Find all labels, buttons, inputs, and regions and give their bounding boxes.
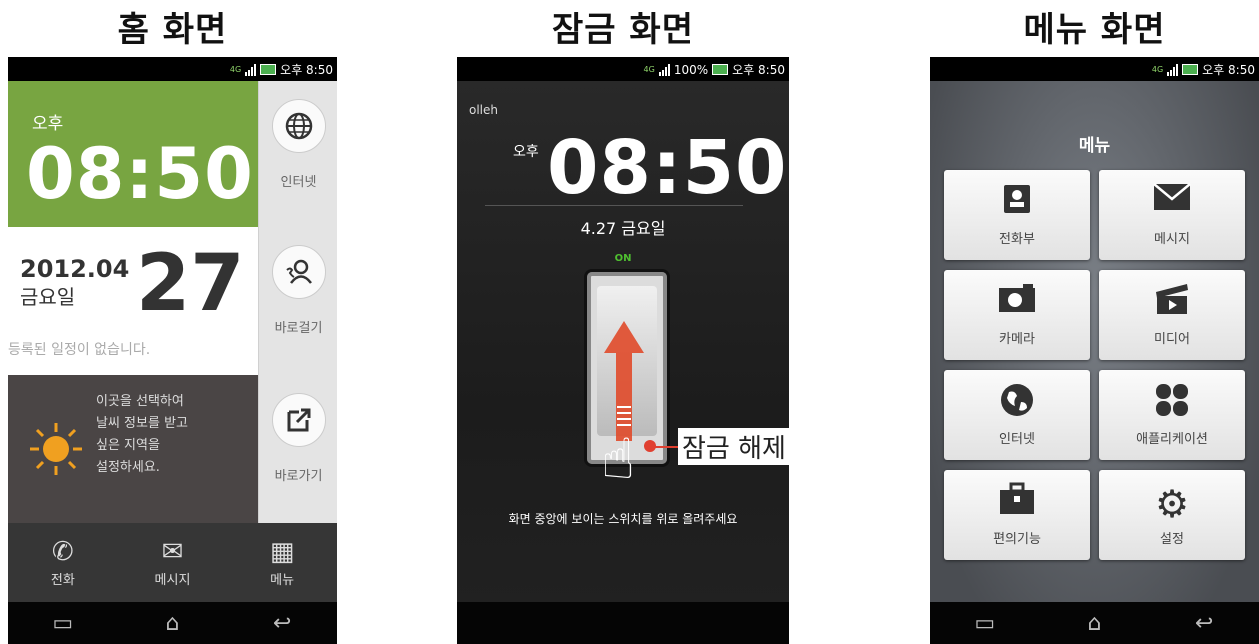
no-schedule-text: 등록된 일정이 없습니다. — [8, 342, 151, 358]
internet-shortcut[interactable]: 인터넷 — [258, 81, 337, 227]
lock-ampm: 오후 — [513, 144, 539, 160]
menu-screen: 4G 오후 8:50 메뉴 전화부 메시지 카메라 미디어 인터넷 애플리케이션… — [930, 57, 1259, 644]
menu-screen-title: 메뉴 화면 — [1023, 10, 1166, 50]
sun-icon — [30, 423, 82, 475]
menu-contacts-button[interactable]: 전화부 — [944, 170, 1090, 260]
envelope-icon: ✉ — [161, 537, 184, 567]
phone-icon: ✆ — [51, 537, 74, 567]
menu-media-label: 미디어 — [1154, 332, 1190, 347]
contact-call-icon — [271, 245, 326, 299]
speed-dial-shortcut[interactable]: 바로걸기 — [258, 227, 337, 375]
back-icon[interactable]: ↩ — [1174, 611, 1234, 636]
battery-percent: 100% — [673, 62, 709, 77]
internet-label: 인터넷 — [280, 175, 317, 190]
network-indicator: 4G — [643, 65, 655, 74]
back-icon[interactable]: ↩ — [252, 611, 312, 636]
network-indicator: 4G — [229, 65, 242, 74]
home-icon[interactable]: ⌂ — [1064, 611, 1124, 636]
menu-settings-label: 설정 — [1160, 532, 1184, 547]
menu-utilities-button[interactable]: 편의기능 — [944, 470, 1090, 560]
status-time: 오후 8:50 — [280, 63, 333, 77]
signal-icon — [245, 63, 257, 76]
shortcut-icon — [271, 393, 326, 447]
recent-apps-icon[interactable]: ▭ — [33, 611, 93, 636]
menu-message-button[interactable]: 메시지 — [1099, 170, 1245, 260]
battery-icon — [260, 64, 277, 75]
globe-icon — [944, 382, 1090, 422]
shortcut-button[interactable]: 바로가기 — [258, 375, 337, 523]
signal-icon — [658, 63, 670, 76]
up-arrow-icon — [604, 321, 644, 441]
calendar-widget[interactable]: 2012.04 금요일 27 등록된 일정이 없습니다. — [8, 227, 258, 375]
menu-camera-button[interactable]: 카메라 — [944, 270, 1090, 360]
clapperboard-icon — [1099, 282, 1245, 322]
calendar-year-month: 2012.04 — [20, 255, 130, 283]
menu-message-label: 메시지 — [1154, 232, 1190, 247]
lock-screen: 4G 100% 오후 8:50 olleh 오후 08:50 4.27 금요일 … — [457, 57, 789, 644]
shortcut-label: 바로가기 — [274, 469, 323, 484]
menu-settings-button[interactable]: ⚙ 설정 — [1099, 470, 1245, 560]
recent-apps-icon[interactable]: ▭ — [955, 611, 1015, 636]
dock-menu-button[interactable]: ▦ 메뉴 — [242, 537, 322, 588]
globe-icon — [271, 99, 326, 153]
home-screen-title: 홈 화면 — [117, 10, 228, 50]
signal-icon — [1167, 63, 1179, 76]
menu-camera-label: 카메라 — [999, 332, 1035, 347]
clock-ampm: 오후 — [32, 114, 64, 134]
callout-line — [648, 446, 680, 448]
weather-setup-text: 이곳을 선택하여 날씨 정보를 받고 싶은 지역을 설정하세요. — [96, 394, 188, 475]
dock-menu-label: 메뉴 — [270, 573, 295, 588]
calendar-day: 27 — [136, 239, 245, 329]
menu-apps-label: 애플리케이션 — [1136, 432, 1208, 447]
clock-widget[interactable]: 오후 08:50 — [8, 81, 258, 227]
pointing-hand-icon: ☝ — [601, 427, 636, 492]
clock-time: 08:50 — [26, 133, 254, 215]
battery-icon — [1182, 64, 1199, 75]
dock-phone-button[interactable]: ✆ 전화 — [23, 537, 103, 588]
speed-dial-label: 바로걸기 — [274, 321, 323, 336]
envelope-icon — [1099, 182, 1245, 222]
home-icon[interactable]: ⌂ — [142, 611, 202, 636]
status-time: 오후 8:50 — [1202, 63, 1255, 77]
contacts-icon — [944, 182, 1090, 222]
unlock-instruction: 화면 중앙에 보이는 스위치를 위로 올려주세요 — [508, 512, 738, 526]
dock-bar: ✆ 전화 ✉ 메시지 ▦ 메뉴 — [8, 523, 337, 602]
battery-icon — [712, 64, 729, 75]
camera-icon — [944, 282, 1090, 322]
apps-icon — [1099, 382, 1245, 422]
gear-icon: ⚙ — [1154, 482, 1190, 526]
home-screen: 4G 오후 8:50 오후 08:50 인터넷 2012.04 금요일 27 등… — [8, 57, 337, 644]
network-indicator: 4G — [1151, 65, 1164, 74]
nav-bar: ▭ ⌂ ↩ — [8, 602, 337, 644]
menu-internet-label: 인터넷 — [999, 432, 1035, 447]
calendar-weekday: 금요일 — [20, 285, 76, 309]
carrier-label: olleh — [469, 103, 498, 117]
status-time: 오후 8:50 — [732, 63, 785, 77]
menu-title: 메뉴 — [1078, 136, 1111, 156]
lock-screen-title: 잠금 화면 — [552, 10, 694, 50]
menu-contacts-label: 전화부 — [999, 232, 1035, 247]
divider — [485, 205, 743, 206]
dock-message-label: 메시지 — [154, 573, 191, 588]
menu-apps-button[interactable]: 애플리케이션 — [1099, 370, 1245, 460]
unlock-callout-label: 잠금 해제 — [678, 428, 790, 465]
switch-on-label: ON — [614, 253, 632, 264]
dock-phone-label: 전화 — [50, 573, 75, 588]
menu-internet-button[interactable]: 인터넷 — [944, 370, 1090, 460]
status-bar: 4G 100% 오후 8:50 — [457, 57, 789, 81]
lock-time: 08:50 — [547, 125, 788, 211]
briefcase-icon — [944, 482, 1090, 522]
menu-utilities-label: 편의기능 — [993, 532, 1041, 547]
status-bar: 4G 오후 8:50 — [8, 57, 337, 81]
nav-bar — [457, 602, 789, 644]
dock-message-button[interactable]: ✉ 메시지 — [132, 537, 212, 588]
menu-media-button[interactable]: 미디어 — [1099, 270, 1245, 360]
nav-bar: ▭ ⌂ ↩ — [930, 602, 1259, 644]
weather-widget[interactable]: 이곳을 선택하여 날씨 정보를 받고 싶은 지역을 설정하세요. — [8, 375, 258, 523]
status-bar: 4G 오후 8:50 — [930, 57, 1259, 81]
grid-icon: ▦ — [269, 537, 295, 567]
lock-date: 4.27 금요일 — [580, 219, 666, 238]
